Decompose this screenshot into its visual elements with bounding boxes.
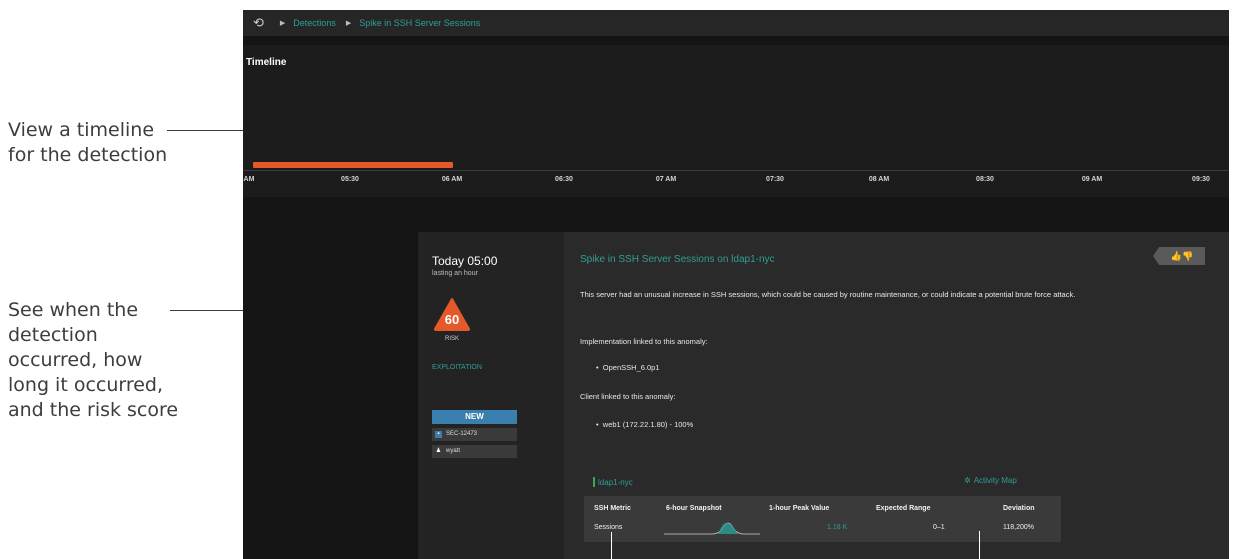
network-icon: ✲ <box>964 476 971 485</box>
activity-map-link[interactable]: ✲ Activity Map <box>964 476 1017 485</box>
ticket-id: SEC-12473 <box>446 431 478 437</box>
metric-deviation: 118,200% <box>1003 524 1035 531</box>
implementation-heading: Implementation linked to this anomaly: <box>580 337 708 346</box>
breadcrumb-current[interactable]: Spike in SSH Server Sessions <box>359 18 480 28</box>
history-icon[interactable]: ⟲ <box>253 15 264 31</box>
metric-peak[interactable]: 1.18 K <box>827 524 847 531</box>
implementation-value: OpenSSH_6.0p1 <box>602 363 660 372</box>
metric-name: Sessions <box>594 524 623 531</box>
timeline-tick: 08:30 <box>976 176 994 183</box>
detection-duration: lasting an hour <box>432 270 478 277</box>
breadcrumb-detections[interactable]: Detections <box>293 18 336 28</box>
metrics-header: Expected Range <box>876 505 931 512</box>
callout-pointer-activity-map <box>979 531 980 559</box>
chevron-right-icon: ▶ <box>345 20 352 27</box>
detection-time: Today 05:00 <box>432 254 498 268</box>
callout-when: See when the detection occurred, how lon… <box>8 299 179 421</box>
metrics-header: 1-hour Peak Value <box>769 505 830 512</box>
metric-range: 0–1 <box>933 524 945 531</box>
timeline-tick: 07:30 <box>766 176 784 183</box>
timeline-tick: 08 AM <box>868 176 890 183</box>
timeline-tick: AM <box>243 176 255 183</box>
callout-pointer-device <box>611 532 612 559</box>
timeline-tick: 07 AM <box>655 176 677 183</box>
client-item: • web1 (172.22.1.80) - 100% <box>596 420 694 429</box>
ticket-pill[interactable]: ▪ SEC-12473 <box>432 428 517 441</box>
assignee-pill[interactable]: ♟ wyatt <box>432 445 517 458</box>
callout-timeline: View a timeline for the detection <box>8 119 168 166</box>
detection-title[interactable]: Spike in SSH Server Sessions on ldap1-ny… <box>580 254 775 265</box>
callout-timeline-line <box>167 130 243 131</box>
metrics-table: SSH Metric 6-hour Snapshot 1-hour Peak V… <box>584 496 1061 542</box>
user-icon: ♟ <box>435 448 442 454</box>
chevron-right-icon: ▶ <box>279 20 286 27</box>
detection-description: This server had an unusual increase in S… <box>580 290 1076 299</box>
client-value: web1 (172.22.1.80) - 100% <box>602 420 694 429</box>
metrics-header: SSH Metric <box>594 505 631 512</box>
device-link[interactable]: ldap1-nyc <box>593 477 633 487</box>
risk-label: RISK <box>444 336 459 342</box>
status-badge[interactable]: NEW <box>432 410 517 424</box>
device-name: ldap1-nyc <box>598 477 633 487</box>
detection-category[interactable]: EXPLOITATION <box>432 364 482 371</box>
activity-map-label: Activity Map <box>973 476 1017 485</box>
ticket-icon: ▪ <box>435 431 442 438</box>
detection-summary: Today 05:00 lasting an hour 60 RISK EXPL… <box>418 232 564 559</box>
snapshot-sparkline <box>664 522 760 535</box>
risk-score: 60 <box>444 312 460 327</box>
app-window: ⟲ ▶ Detections ▶ Spike in SSH Server Ses… <box>243 10 1229 559</box>
client-heading: Client linked to this anomaly: <box>580 392 676 401</box>
timeline-title: Timeline <box>246 57 287 68</box>
metrics-header: Deviation <box>1003 505 1035 512</box>
detection-card: Today 05:00 lasting an hour 60 RISK EXPL… <box>418 232 1229 559</box>
timeline-detection-bar[interactable] <box>253 162 453 168</box>
thumbs-vote-icon[interactable]: 👍👎 <box>1153 247 1205 265</box>
timeline-tick: 09 AM <box>1081 176 1103 183</box>
breadcrumb: ⟲ ▶ Detections ▶ Spike in SSH Server Ses… <box>243 10 1229 36</box>
timeline-tick: 06 AM <box>441 176 463 183</box>
implementation-item: • OpenSSH_6.0p1 <box>596 363 660 372</box>
device-marker-icon <box>593 477 595 487</box>
timeline-tick: 06:30 <box>555 176 573 183</box>
timeline-tick: 05:30 <box>341 176 359 183</box>
timeline-axis <box>243 170 1229 171</box>
assignee-name: wyatt <box>446 448 461 454</box>
timeline-tick: 09:30 <box>1192 176 1210 183</box>
timeline-panel: Timeline AM 05:30 06 AM 06:30 07 AM 07:3… <box>243 45 1229 197</box>
metrics-header: 6-hour Snapshot <box>666 505 722 512</box>
